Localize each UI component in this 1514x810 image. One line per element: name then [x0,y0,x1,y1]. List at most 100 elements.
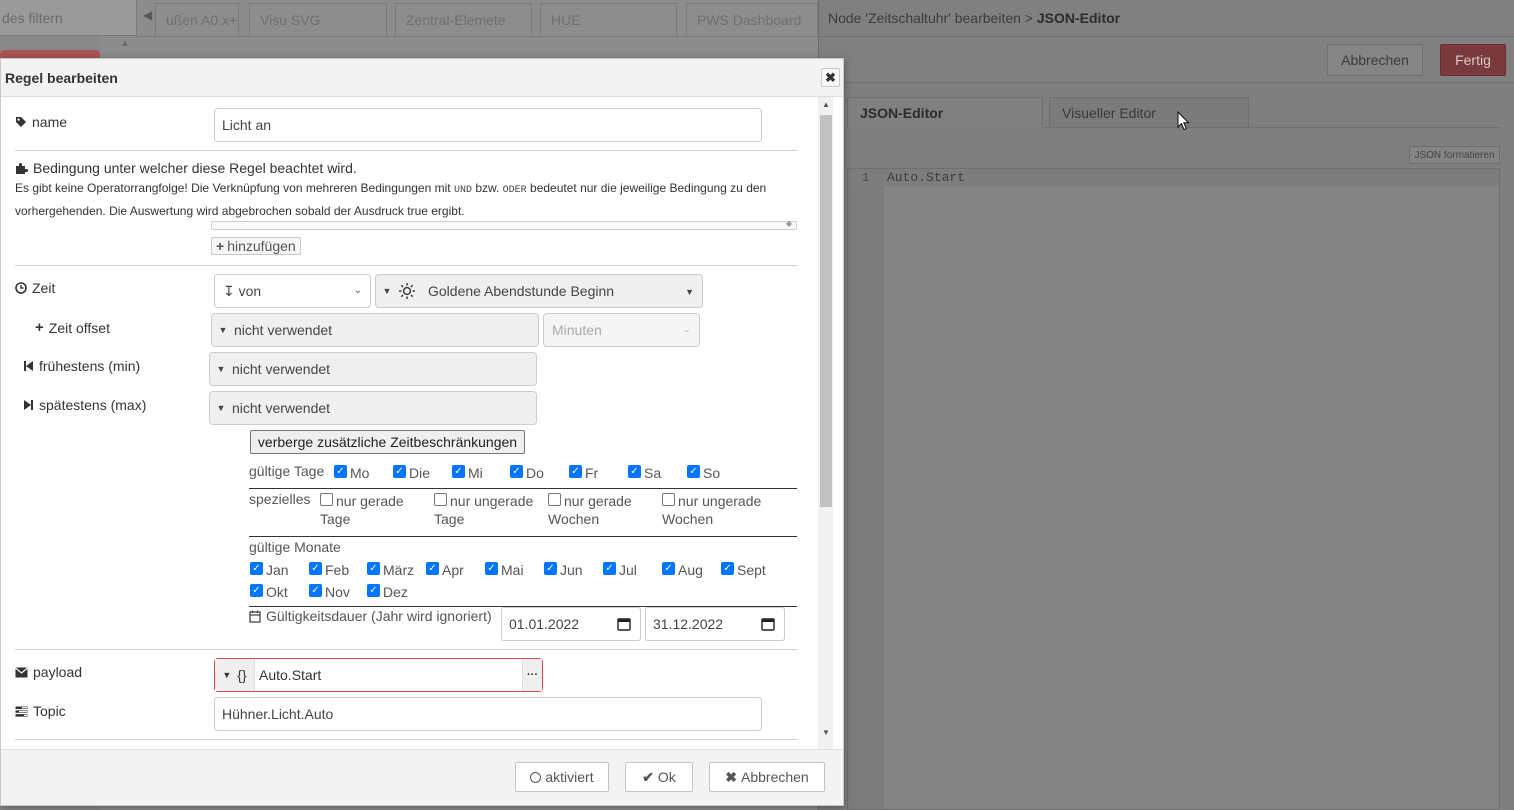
dialog-titlebar[interactable]: Regel bearbeiten ✖ [1,59,843,97]
validity-label: Gültigkeitsdauer (Jahr wird ignoriert) [249,608,492,624]
validity-label-text: Gültigkeitsdauer (Jahr wird ignoriert) [266,608,492,624]
breadcrumb-parent[interactable]: Node 'Zeitschaltuhr' bearbeiten [828,10,1021,26]
checkbox-month-feb[interactable]: ✓ Feb [309,560,349,580]
checkbox-month-jan[interactable]: ✓ Jan [250,560,289,580]
flow-node[interactable] [0,50,100,58]
checkbox-day-die[interactable]: ✓ Die [393,463,430,483]
workspace-tab-4[interactable]: HUE [540,3,677,36]
calendar-icon[interactable] [617,617,631,631]
checkbox-even-days[interactable]: nur gerade [320,491,404,511]
checkbox-day-sa[interactable]: ✓ Sa [628,463,661,483]
scroll-down-icon[interactable]: ▼ [820,727,832,739]
resize-handle-icon[interactable]: ◆ [786,219,792,228]
checkbox-label: Mo [350,465,370,481]
condition-desc-part: vorhergehenden. Die Auswertung wird abge… [15,204,465,218]
add-condition-button[interactable]: + hinzufügen [211,237,301,255]
checkbox-checked-icon: ✓ [426,562,439,575]
checkbox-month-nov[interactable]: ✓ Nov [309,582,350,602]
palette-search[interactable]: des filtern [0,0,137,36]
name-input[interactable]: Licht an [214,108,762,142]
dialog-body: name Licht an Bedingung unter welcher di… [1,97,843,749]
checkbox-checked-icon: ✓ [334,465,347,478]
checkbox-odd-days[interactable]: nur ungerade [434,491,533,511]
checkbox-even-weeks[interactable]: nur gerade [548,491,632,511]
checkbox-day-so[interactable]: ✓ So [687,463,720,483]
payload-expand-button[interactable]: ··· [522,659,542,691]
date-from-input[interactable]: 01.01.2022 [501,607,641,641]
active-toggle-button[interactable]: aktiviert [515,762,609,792]
checkbox-odd-weeks[interactable]: nur ungerade [662,491,761,511]
date-to-input[interactable]: 31.12.2022 [645,607,785,641]
topic-label: Topic [15,703,66,719]
checkbox-label: Mai [501,562,524,578]
json-format-button[interactable]: JSON formatieren [1409,146,1500,164]
latest-input[interactable]: ▼ nicht verwendet [209,391,537,425]
checkbox-day-mo[interactable]: ✓ Mo [334,463,369,483]
time-mode-value: ↧ von [223,282,262,299]
puzzle-icon [16,162,28,174]
checkbox-day-mi[interactable]: ✓ Mi [452,463,483,483]
divider [15,739,797,740]
time-label: Zeit [15,280,55,296]
tab-scroll-left-icon[interactable]: ◀ [143,8,152,22]
checkbox-label: nur gerade [564,493,632,509]
checkbox-checked-icon: ✓ [393,465,406,478]
workspace-tab-5[interactable]: PWS Dashboard [686,3,818,36]
checkbox-day-fr[interactable]: ✓ Fr [569,463,598,483]
tray-cancel-button[interactable]: Abbrechen [1327,44,1423,76]
checkbox-month-jun[interactable]: ✓ Jun [544,560,583,580]
offset-input[interactable]: ▼ nicht verwendet [211,313,539,347]
workspace-tab-2[interactable]: Visu SVG [249,3,387,36]
checkbox-unchecked-icon [548,493,561,506]
checkbox-checked-icon: ✓ [544,562,557,575]
caret-down-icon: ▼ [685,287,694,297]
topic-input[interactable]: Hühner.Licht.Auto [214,697,762,731]
payload-type-select[interactable]: ▼ {} [215,659,255,691]
code-line[interactable]: Auto.Start [887,170,965,185]
scroll-up-icon[interactable]: ▲ [820,99,832,111]
workspace-tab-3[interactable]: Zentral-Elemete [395,3,532,36]
checkbox-label-line2: Tage [320,511,351,527]
checkbox-label: Aug [678,562,703,578]
scroll-up-icon[interactable]: ▲ [120,38,130,49]
checkbox-day-do[interactable]: ✓ Do [510,463,544,483]
tab-visual-editor[interactable]: Visueller Editor [1049,97,1249,128]
topic-label-text: Topic [33,703,66,719]
checkbox-label: nur gerade [336,491,404,511]
condition-list[interactable]: ◆ [211,219,797,230]
close-icon: ✖ [825,69,836,85]
checkbox-label-line2: Wochen [662,511,714,527]
latest-label-text: spätestens (max) [39,397,147,413]
checkbox-month-apr[interactable]: ✓ Apr [426,560,464,580]
offset-label-text: Zeit offset [48,319,110,336]
checkbox-label: Nov [325,584,350,600]
checkbox-month-okt[interactable]: ✓ Okt [250,582,288,602]
checkbox-month-maerz[interactable]: ✓ März [367,560,414,580]
cancel-button[interactable]: ✖ Abbrechen [709,762,825,792]
ok-button[interactable]: ✔ Ok [625,762,693,792]
scrollbar-thumb[interactable] [820,115,832,507]
condition-desc-und: UND [453,185,472,196]
tab-json-editor[interactable]: JSON-Editor [847,97,1043,128]
close-button[interactable]: ✖ [821,68,840,87]
time-mode-select[interactable]: ↧ von ⌄ [214,274,371,308]
caret-down-icon: ▼ [222,670,232,680]
chevron-down-icon: ⌄ [682,324,691,335]
checkbox-month-aug[interactable]: ✓ Aug [662,560,703,580]
earliest-input[interactable]: ▼ nicht verwendet [209,352,537,386]
checkbox-month-sept[interactable]: ✓ Sept [721,560,766,580]
calendar-icon[interactable] [761,617,775,631]
checkbox-label: So [703,465,721,481]
tray-done-button[interactable]: Fertig [1440,44,1506,76]
checkbox-label: Sa [644,465,662,481]
condition-desc-bzw: bzw. [475,181,500,195]
workspace-tab-1[interactable]: ußen A0.x+A [155,3,239,36]
checkbox-month-jul[interactable]: ✓ Jul [603,560,637,580]
payload-input[interactable]: ▼ {} Auto.Start ··· [214,658,543,692]
offset-unit-select[interactable]: Minuten ⌄ [543,313,700,347]
time-type-select[interactable]: ▼ Goldene Abendstunde Beginn ▼ [375,274,703,308]
checkbox-month-mai[interactable]: ✓ Mai [485,560,524,580]
hide-limits-button[interactable]: verberge zusätzliche Zeitbeschränkungen [250,430,525,454]
checkbox-month-dez[interactable]: ✓ Dez [367,582,408,602]
code-editor[interactable]: 1 Auto.Start [847,168,1500,810]
